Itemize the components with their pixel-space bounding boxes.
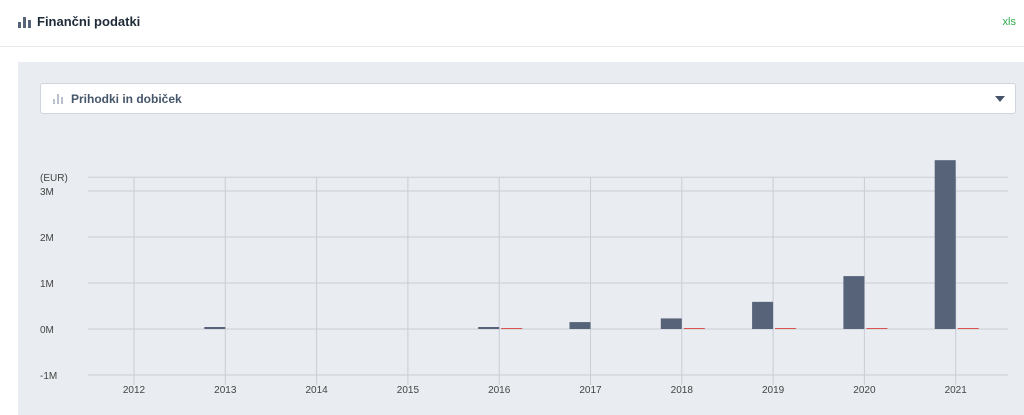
x-tick-label: 2013 [214,385,237,396]
revenue-bar [752,301,774,329]
y-tick-label: 2M [40,233,54,244]
xls-download-link[interactable]: xls [1003,16,1016,28]
profit-bar [957,328,979,329]
x-tick-label: 2016 [488,385,511,396]
profit-bar [501,328,523,329]
x-tick-label: 2017 [579,385,602,396]
y-tick-label: 1M [40,279,54,290]
revenue-bar [934,160,956,329]
x-tick-label: 2019 [762,385,785,396]
profit-bar [866,328,888,329]
x-tick-label: 2020 [853,385,876,396]
header-title-group: Finančni podatki [18,14,140,29]
profit-bar [775,328,797,329]
revenue-profit-chart: (EUR) -1M 0M 1M 2M 3M 2012 2013 2014 2015 2016 2017… [40,160,1008,396]
x-tick-label: 2021 [945,385,968,396]
chart-panel: Prihodki in dobiček (EUR) -1M 0M 1M 2M 3M 2012… [18,62,1024,415]
profit-bar [683,328,705,329]
y-axis-unit-label: (EUR) [40,173,68,184]
revenue-bar [660,318,682,329]
revenue-bar [843,276,865,329]
header: Finančni podatki xls [0,0,1024,47]
revenue-bar [204,327,226,329]
y-tick-label: 0M [40,325,54,336]
page-title: Finančni podatki [37,14,141,29]
y-tick-label: -1M [40,371,57,382]
x-tick-label: 2012 [123,385,146,396]
y-tick-label: 3M [40,187,54,198]
x-tick-label: 2014 [305,385,328,396]
x-tick-label: 2018 [671,385,694,396]
bar-chart-icon [18,16,31,28]
revenue-bar [569,322,591,329]
revenue-bar [478,327,500,329]
x-tick-label: 2015 [397,385,420,396]
